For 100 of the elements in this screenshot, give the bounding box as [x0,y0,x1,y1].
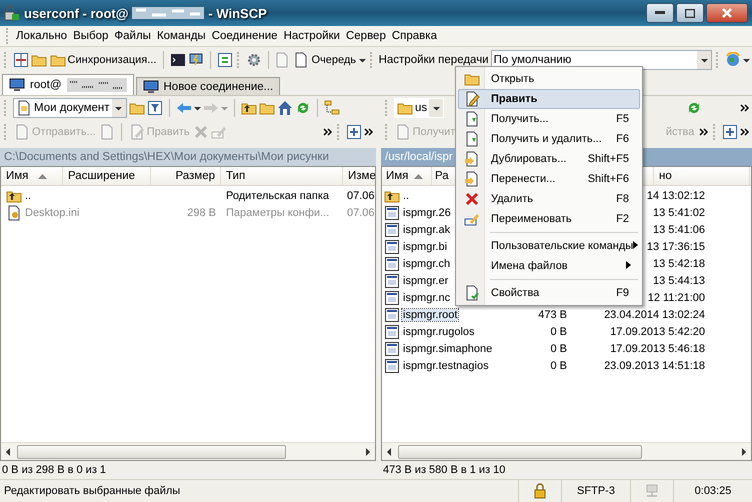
file-icon [384,324,400,340]
file-date: 07.06 [347,190,375,202]
sync-icon[interactable] [217,52,234,68]
panel-status: 0 В из 298 В в 0 из 1 [1,463,108,478]
file-name[interactable]: ispmgr.simaphone [402,342,494,354]
file-name[interactable]: ispmgr.testnagios [402,360,490,372]
location-dropdown[interactable]: us [394,98,444,118]
scroll-left-icon[interactable] [386,446,392,456]
file-icon [384,222,400,238]
column-header[interactable]: Имя [1,167,63,185]
sort-arrow-icon [38,172,48,180]
column-header[interactable]: Размер [151,167,221,185]
menu-bar-item[interactable]: Соединение [208,28,281,44]
pencil-icon [464,91,480,107]
close-icon [722,8,732,18]
menu-item[interactable]: Свойства F9 [458,283,640,303]
compare-icon[interactable] [12,52,29,68]
file-name[interactable]: .. [402,190,410,202]
file-name[interactable]: ispmgr.ch [402,258,452,270]
settings-icon[interactable] [246,52,262,68]
session-tab[interactable]: root@ [2,74,134,95]
menu-item[interactable]: Пользовательские команды [458,236,640,256]
document-icon [394,124,411,140]
protocol-label: SFTP-3 [561,480,630,502]
window-title: userconf - root@ [24,6,128,20]
queue-button[interactable]: Очередь [292,50,358,70]
window-title: - WinSCP [208,6,267,20]
menu-bar-item[interactable]: Локально [13,28,70,44]
menu-item[interactable]: Дублировать... Shift+F5 [458,149,640,169]
menu-item[interactable]: Получить и удалить... F6 [458,129,640,149]
submenu-arrow-icon [633,241,638,249]
menu-item[interactable]: Переименовать F2 [458,209,640,229]
file-name[interactable]: ispmgr.ak [402,224,452,236]
menu-item[interactable]: Получить... F5 [458,109,640,129]
tree-icon[interactable] [324,100,340,116]
minimize-icon [655,11,665,15]
maximize-button[interactable] [676,3,704,23]
panel-status: 473 В из 580 В в 1 из 10 [382,463,506,478]
scroll-left-icon[interactable] [5,446,11,456]
file-type: Родительская папка [226,190,329,202]
menu-item[interactable]: Перенести... Shift+F6 [458,169,640,189]
file-date: 17.09.2013 5:46:18 [610,342,705,354]
computer-icon [9,77,25,93]
scroll-thumb[interactable] [398,444,642,458]
file-icon [384,204,400,220]
menu-bar-item[interactable]: Файлы [111,28,154,44]
redaction-mark [66,78,126,92]
session-tab[interactable]: Новое соединение... [136,77,280,95]
terminal-icon[interactable] [170,52,186,68]
file-date: 14 13:02:12 [646,190,705,202]
sync-button[interactable]: Синхронизация... [48,50,158,70]
scroll-thumb[interactable] [17,444,286,458]
menu-item[interactable]: Удалить F8 [458,189,640,209]
menu-bar-item[interactable]: Настройки [280,28,343,44]
minimize-button[interactable] [646,3,674,23]
app-icon [4,5,20,21]
file-icon [384,256,400,272]
file-name[interactable]: ispmgr.rugolos [402,326,476,338]
file-date: 13 5:44:13 [653,274,705,286]
plus-icon[interactable] [346,124,362,140]
plus-icon[interactable] [722,124,738,140]
file-icon [384,272,400,288]
column-header[interactable]: но [654,167,750,185]
scroll-right-icon[interactable] [741,446,747,456]
file-name[interactable]: ispmgr.root [402,308,458,320]
filter-icon[interactable] [146,100,163,116]
file-name[interactable]: ispmgr.bi [402,240,448,252]
menu-bar-item[interactable]: Справка [388,28,440,44]
menu-item[interactable]: Открыть [458,69,640,89]
close-button[interactable] [706,3,748,23]
location-dropdown[interactable]: Мои документ [13,98,127,118]
file-name[interactable]: ispmgr.26 [402,206,452,218]
status-message: Редактировать выбранные файлы [3,484,182,499]
network-icon [644,483,660,499]
download-icon [464,131,480,147]
column-header[interactable]: Имя [382,167,432,185]
computer-icon[interactable] [188,52,204,68]
file-size: 473 B [538,308,567,320]
file-date: 07.06 [347,206,375,218]
file-type: Параметры конфи... [226,206,330,218]
home-icon[interactable] [276,100,293,116]
file-name[interactable]: .. [24,190,32,202]
column-header[interactable]: Тип [221,167,343,185]
file-name[interactable]: ispmgr.nc [402,292,452,304]
scroll-right-icon[interactable] [365,446,371,456]
menu-item[interactable]: Править [458,89,640,109]
file-icon [384,290,400,306]
menu-bar-item[interactable]: Выбор [70,28,112,44]
menu-item[interactable]: Имена файлов [458,256,640,276]
menu-bar-item[interactable]: Сервер [342,28,389,44]
column-header[interactable]: Расширение [63,167,151,185]
document-icon [14,124,30,140]
file-name[interactable]: ispmgr.er [402,274,450,286]
file-size: 298 B [187,206,216,218]
file-size: 0 B [550,326,567,338]
notepad-icon [274,52,290,68]
rename-icon [464,211,480,227]
lock-icon [532,483,548,499]
file-icon [384,306,400,322]
menu-bar-item[interactable]: Команды [154,28,209,44]
